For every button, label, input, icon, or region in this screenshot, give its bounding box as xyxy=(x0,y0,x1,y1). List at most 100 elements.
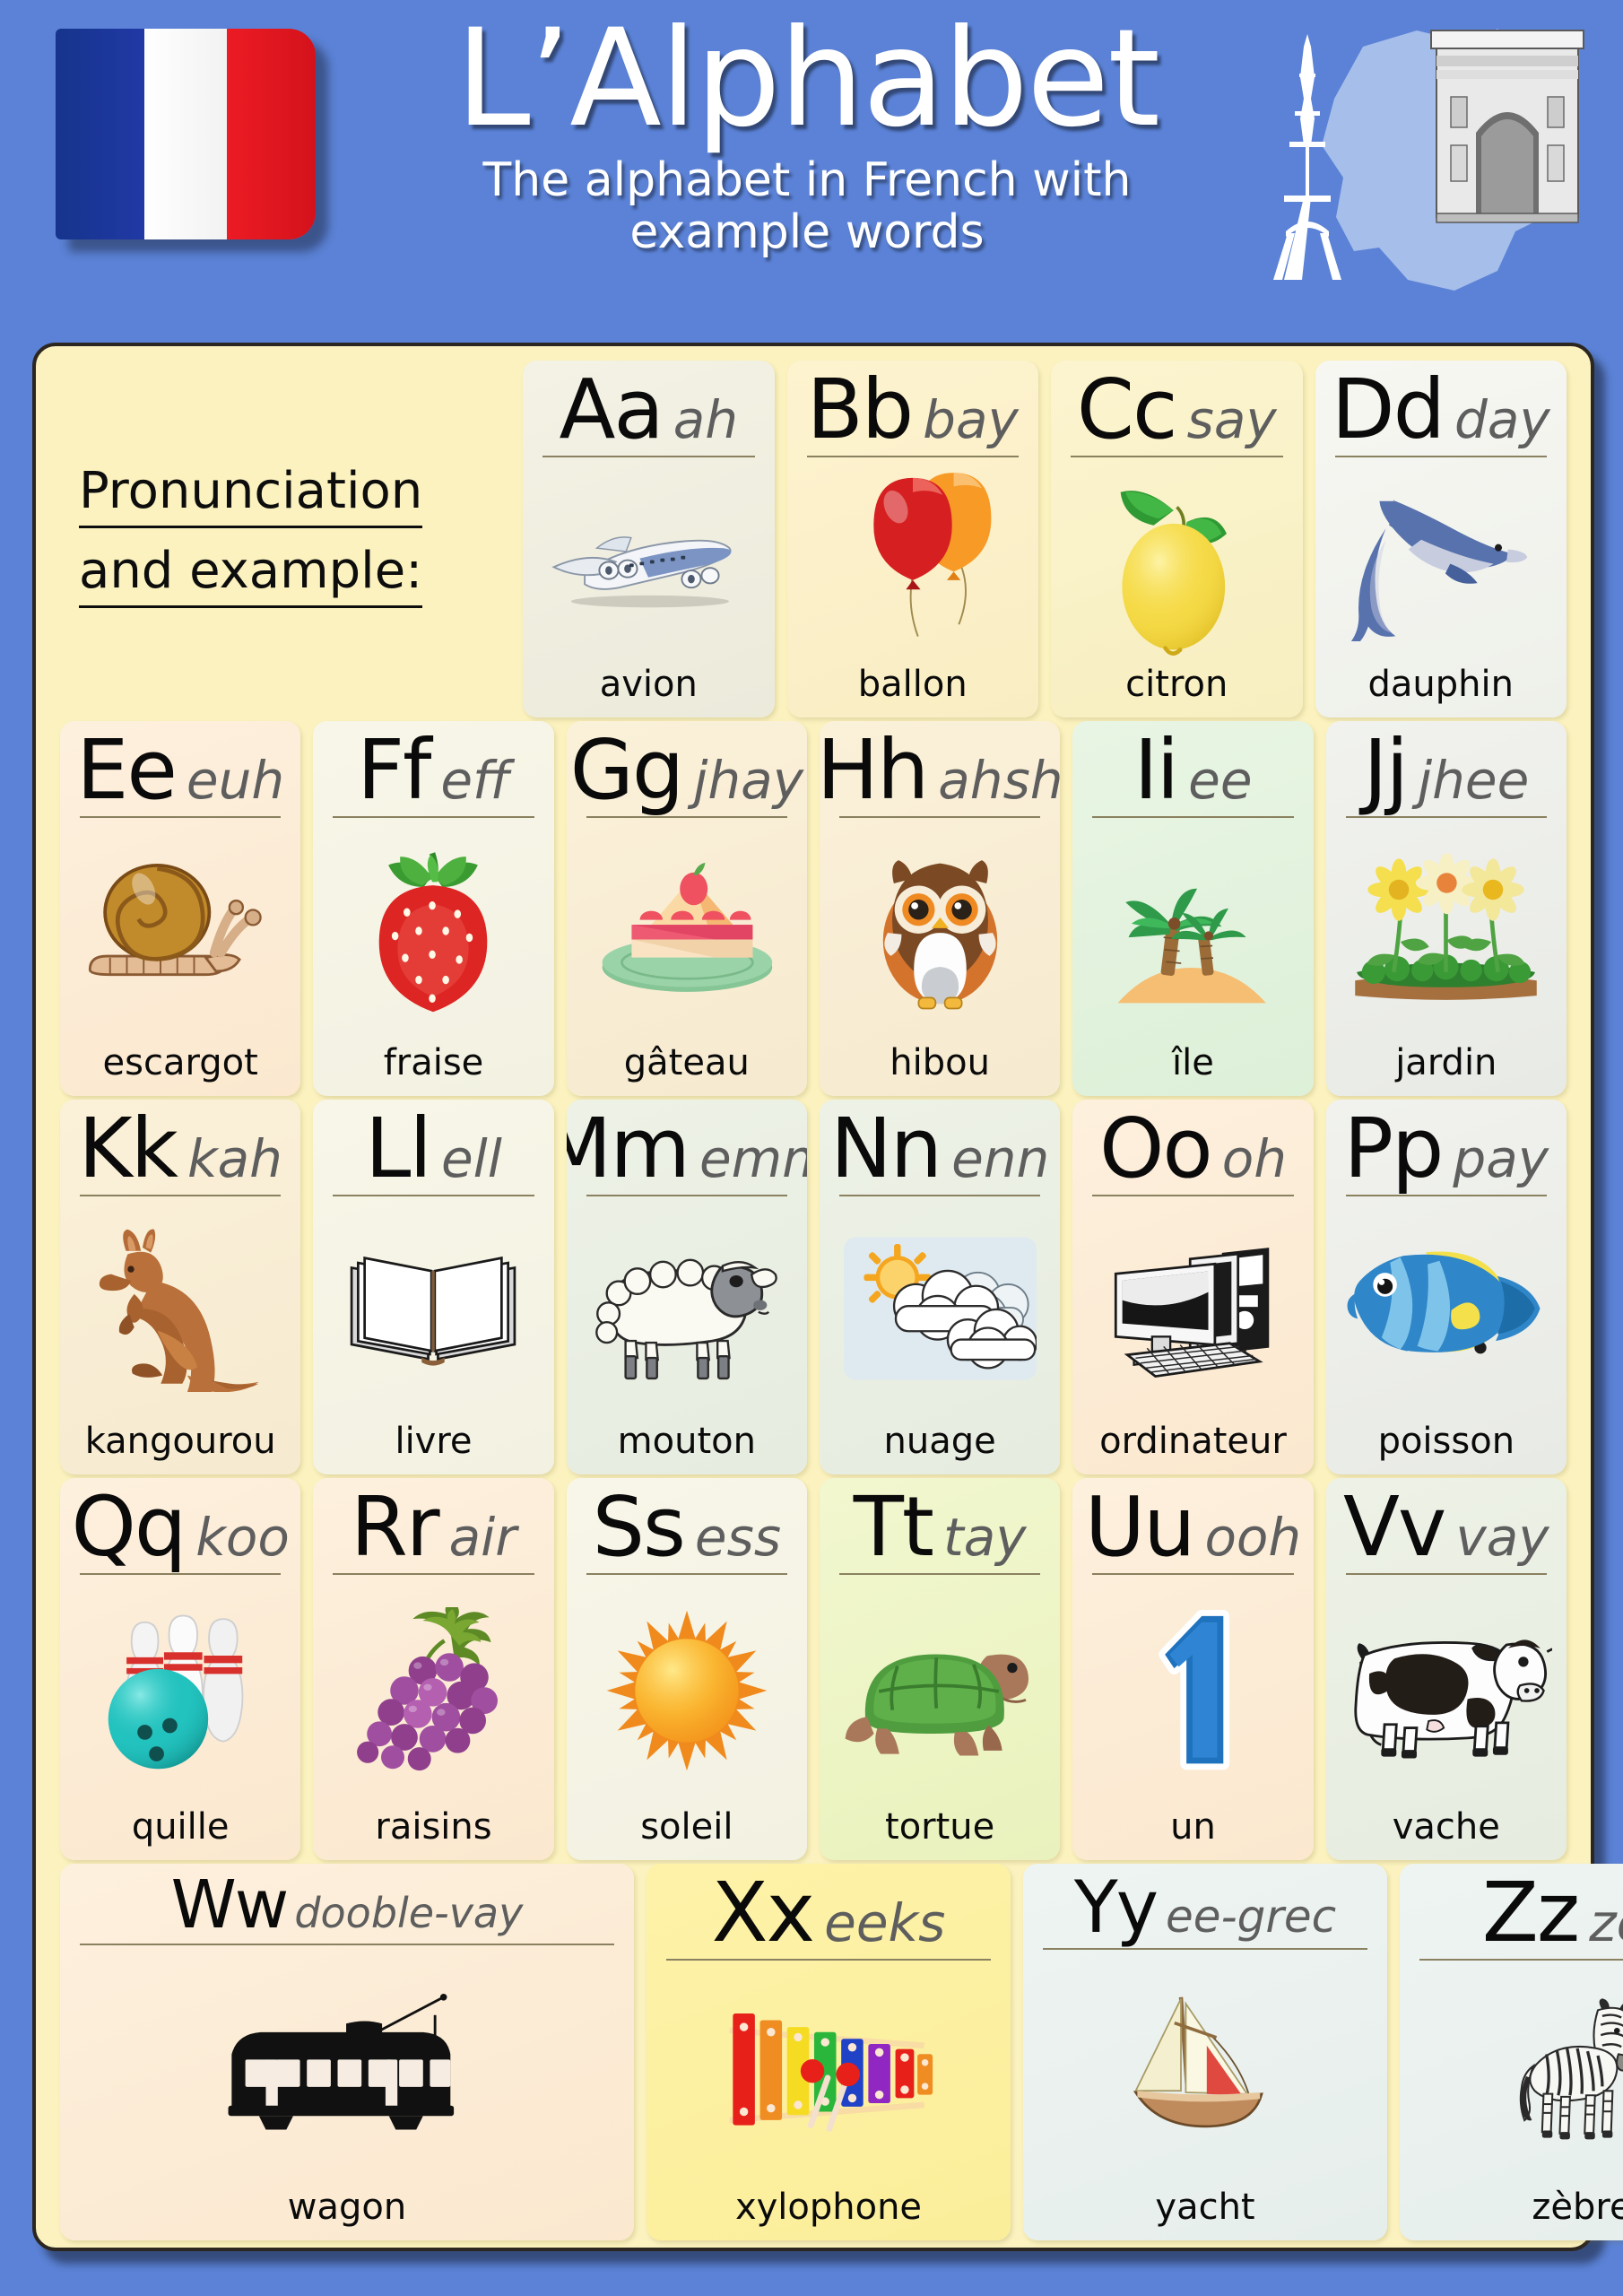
page-subtitle: The alphabet in French with example word… xyxy=(377,153,1237,258)
letter-pair: Mm xyxy=(566,1100,690,1196)
book-icon xyxy=(313,1196,553,1421)
fish-icon xyxy=(1326,1196,1567,1421)
example-word: yacht xyxy=(1155,2187,1255,2228)
example-word: tortue xyxy=(885,1806,995,1848)
poster-header: L’Alphabet The alphabet in French with e… xyxy=(0,0,1623,339)
example-word: vache xyxy=(1392,1806,1500,1848)
example-word: wagon xyxy=(287,2187,407,2228)
strawberry-icon xyxy=(313,818,553,1042)
turtle-icon xyxy=(820,1575,1060,1806)
pronunciation: euh xyxy=(186,750,285,811)
card-head: Aa ah xyxy=(523,361,775,452)
letter-pair: Ll xyxy=(365,1100,432,1196)
pronunciation: vay xyxy=(1455,1507,1549,1568)
example-word: xylophone xyxy=(734,2187,923,2228)
letter-card-p[interactable]: Pp pay poisson xyxy=(1325,1100,1567,1474)
airplane-icon xyxy=(523,457,775,664)
pronunciation: koo xyxy=(195,1507,290,1568)
zebra-icon xyxy=(1400,1961,1623,2187)
card-head: Ss ess xyxy=(567,1478,807,1570)
letter-card-x[interactable]: Xx eeks xylophone xyxy=(647,1864,1011,2240)
grapes-icon xyxy=(313,1575,553,1806)
letter-pair: Cc xyxy=(1076,361,1178,457)
letter-card-j[interactable]: Jj jhee jardin xyxy=(1325,721,1567,1096)
intro-line-1: Pronunciation xyxy=(79,459,423,528)
letter-pair: Ss xyxy=(592,1479,686,1575)
owl-icon xyxy=(820,818,1060,1042)
letter-card-g[interactable]: Gg jhay gâteau xyxy=(566,721,807,1096)
letter-card-o[interactable]: Oo oh ordinateur xyxy=(1072,1100,1314,1474)
letter-card-h[interactable]: Hh ahsh hibou xyxy=(819,721,1061,1096)
example-word: soleil xyxy=(640,1806,733,1848)
card-head: Ii ee xyxy=(1072,721,1313,813)
alphabet-row-3: Kk kah kangourou Ll ell livre Mm em mout… xyxy=(48,1100,1578,1474)
cow-icon xyxy=(1326,1575,1567,1806)
alphabet-row-5: Ww dooble-vay wagon Xx eeks xylophone Yy… xyxy=(48,1864,1623,2240)
letter-card-i[interactable]: Ii ee île xyxy=(1072,721,1314,1096)
example-word: kangourou xyxy=(84,1421,276,1462)
letter-card-b[interactable]: Bb bay ballon xyxy=(786,361,1039,718)
letter-card-m[interactable]: Mm em mouton xyxy=(566,1100,807,1474)
pronunciation: oh xyxy=(1221,1128,1287,1189)
letter-pair: Ww xyxy=(170,1866,290,1944)
letter-card-q[interactable]: Qq koo quille xyxy=(60,1478,301,1860)
letter-pair: Dd xyxy=(1331,361,1445,457)
example-word: avion xyxy=(599,664,698,705)
letter-pair: Tt xyxy=(853,1479,934,1575)
pronunciation: day xyxy=(1454,389,1550,450)
card-head: Ww dooble-vay xyxy=(60,1864,634,1940)
flowers-icon xyxy=(1326,818,1567,1042)
pronunciation: dooble-vay xyxy=(294,1889,524,1937)
intro-line-2: and example: xyxy=(79,539,423,608)
letter-card-e[interactable]: Ee euh escargot xyxy=(60,721,301,1096)
french-flag xyxy=(56,29,316,239)
pronunciation: ess xyxy=(694,1507,782,1568)
cloud-sun-icon xyxy=(820,1196,1060,1421)
card-head: Hh ahsh xyxy=(820,721,1060,813)
letter-card-a[interactable]: Aa ah avion xyxy=(523,361,775,718)
letter-pair: Xx xyxy=(711,1865,815,1961)
letter-card-y[interactable]: Yy ee-grec yacht xyxy=(1023,1864,1387,2240)
letter-card-u[interactable]: Uu ooh un xyxy=(1072,1478,1314,1860)
card-head: Tt tay xyxy=(820,1478,1060,1570)
example-word: ballon xyxy=(857,664,968,705)
card-head: Vv vay xyxy=(1326,1478,1567,1570)
letter-pair: Gg xyxy=(569,722,685,818)
snail-icon xyxy=(60,818,300,1042)
card-head: Yy ee-grec xyxy=(1023,1864,1387,1944)
letter-pair: Vv xyxy=(1343,1479,1446,1575)
example-word: gâteau xyxy=(623,1042,750,1083)
letter-card-k[interactable]: Kk kah kangourou xyxy=(60,1100,301,1474)
letter-card-t[interactable]: Tt tay tortue xyxy=(819,1478,1061,1860)
letter-card-f[interactable]: Ff eff fraise xyxy=(313,721,554,1096)
pronunciation: ooh xyxy=(1204,1507,1302,1568)
example-word: dauphin xyxy=(1367,664,1514,705)
card-head: Xx eeks xyxy=(647,1864,1011,1955)
letter-card-d[interactable]: Dd day dauphin xyxy=(1315,361,1567,718)
letter-card-z[interactable]: Zz zed xyxy=(1400,1864,1623,2240)
card-head: Jj jhee xyxy=(1326,721,1567,813)
balloons-icon xyxy=(787,457,1039,664)
card-head: Mm emm xyxy=(567,1100,807,1191)
pronunciation: emm xyxy=(699,1128,807,1189)
letter-pair: Oo xyxy=(1099,1100,1213,1196)
letter-card-n[interactable]: Nn enn nuage xyxy=(819,1100,1061,1474)
card-head: Pp pay xyxy=(1326,1100,1567,1191)
letter-card-s[interactable]: Ss ess soleil xyxy=(566,1478,807,1860)
france-map-icon xyxy=(1273,29,1584,291)
pronunciation: zed xyxy=(1589,1892,1623,1953)
letter-card-w[interactable]: Ww dooble-vay wagon xyxy=(60,1864,634,2240)
landmarks-graphic xyxy=(1228,11,1605,307)
letter-card-c[interactable]: Cc say citron xyxy=(1051,361,1303,718)
example-word: livre xyxy=(395,1421,473,1462)
pronunciation: jhee xyxy=(1418,750,1530,811)
letter-pair: Bb xyxy=(806,361,915,457)
page-title: L’Alphabet xyxy=(455,1,1160,157)
example-word: citron xyxy=(1125,664,1228,705)
letter-pair: Hh xyxy=(819,722,929,818)
letter-card-r[interactable]: Rr air raisins xyxy=(313,1478,554,1860)
example-word: ordinateur xyxy=(1099,1421,1287,1462)
letter-card-v[interactable]: Vv vay vache xyxy=(1325,1478,1567,1860)
card-head: Ee euh xyxy=(60,721,300,813)
letter-card-l[interactable]: Ll ell livre xyxy=(313,1100,554,1474)
